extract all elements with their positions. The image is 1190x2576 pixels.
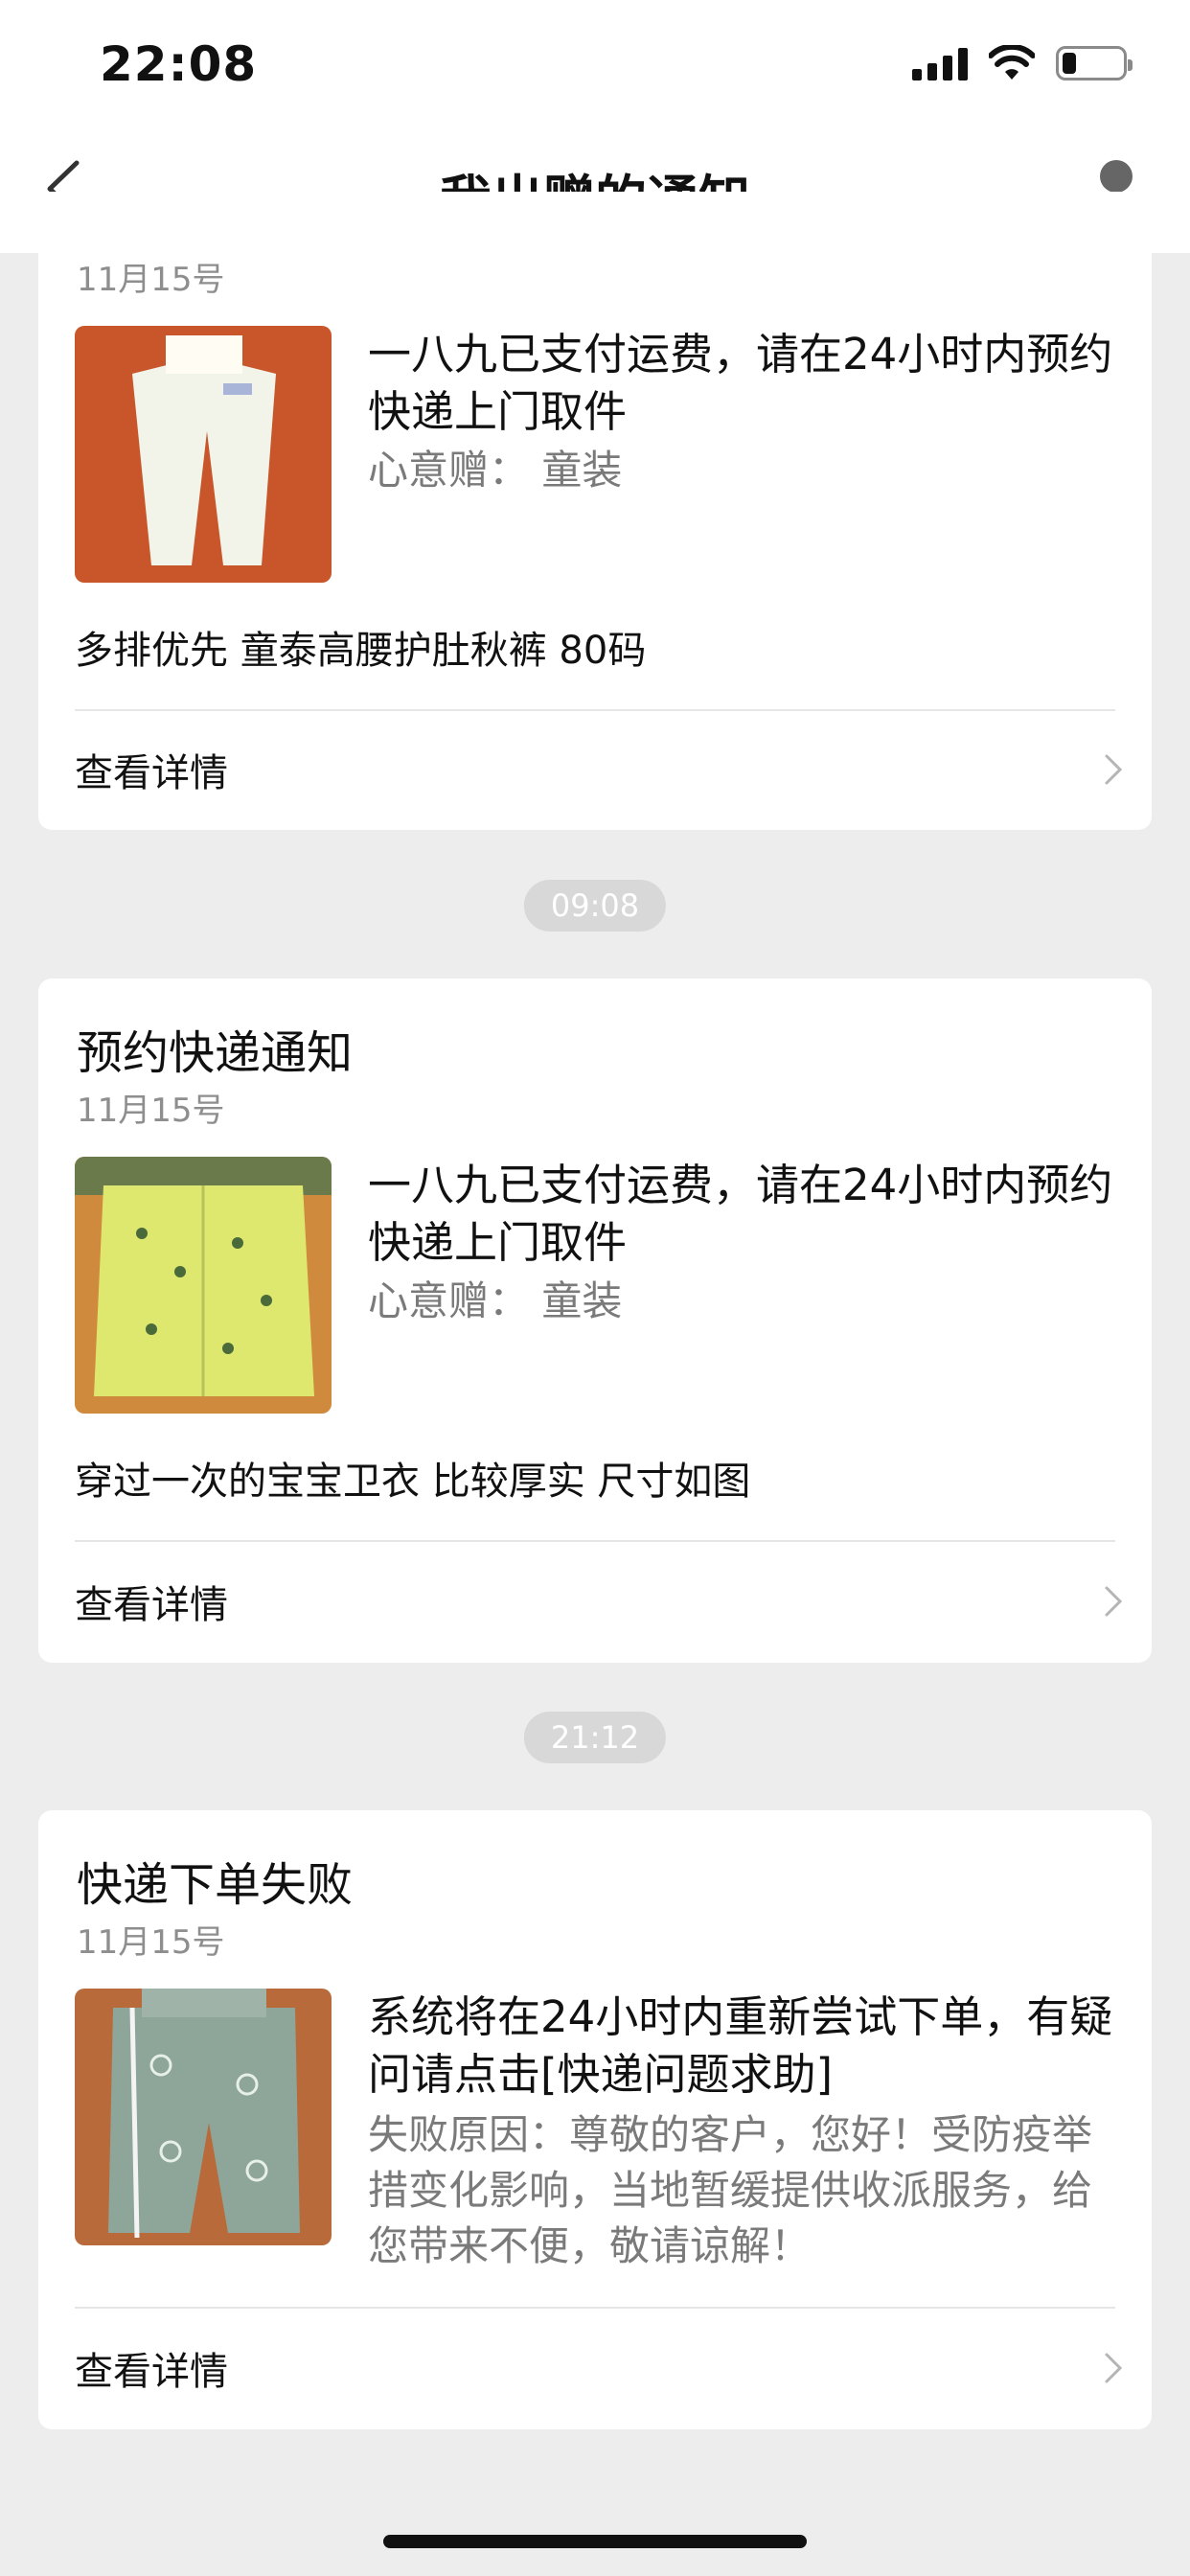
product-thumbnail[interactable] <box>75 1157 332 1414</box>
view-details-label: 查看详情 <box>75 1583 228 1627</box>
card-message: 一八九已支付运费，请在24小时内预约快递上门取件 <box>368 1160 1113 1268</box>
time-separator: 09:08 <box>523 880 667 932</box>
product-thumbnail[interactable] <box>75 1989 332 2245</box>
card-subtext: 心意赠： 童装 <box>368 1277 623 1324</box>
status-bar: 22:08 <box>0 0 1190 125</box>
time-separator: 21:12 <box>523 1712 667 1763</box>
card-failure-reason: 失败原因：尊敬的客户，您好！受防疫举措变化影响，当地暂缓提供收派服务，给您带来不… <box>368 2111 1093 2269</box>
divider <box>75 1540 1115 1542</box>
view-details-label: 查看详情 <box>75 751 228 795</box>
chevron-right-icon <box>1105 754 1123 785</box>
card-title: 预约快递通知 <box>77 1026 354 1080</box>
status-time: 22:08 <box>100 36 258 92</box>
card-message: 一八九已支付运费，请在24小时内预约快递上门取件 <box>368 329 1113 437</box>
notification-card: 快递下单失败 11月15号 系统将在24小时内重新尝试下单，有疑问请点击[快递问… <box>38 1810 1152 2429</box>
view-details-label: 查看详情 <box>75 2350 228 2394</box>
card-subtext: 心意赠： 童装 <box>368 447 623 494</box>
notification-card: 预约快递通知 11月15号 一八九已支付运费，请在24小时内预约快递上门取件 心… <box>38 978 1152 1663</box>
card-message: 系统将在24小时内重新尝试下单，有疑问请点击[快递问题求助] <box>368 1991 1113 2100</box>
signal-icon <box>912 46 968 80</box>
card-date: 11月15号 <box>77 1092 225 1130</box>
chevron-right-icon <box>1105 2353 1123 2383</box>
divider <box>75 709 1115 711</box>
home-indicator[interactable] <box>383 2535 807 2548</box>
divider <box>75 2307 1115 2309</box>
card-title: 快递下单失败 <box>77 1858 354 1912</box>
card-date: 11月15号 <box>77 261 225 299</box>
view-details-button[interactable]: 查看详情 <box>75 1563 1125 1640</box>
card-description: 多排优先 童泰高腰护肚秋裤 80码 <box>75 629 647 673</box>
card-description: 穿过一次的宝宝卫衣 比较厚实 尺寸如图 <box>75 1460 751 1504</box>
card-date: 11月15号 <box>77 1923 225 1962</box>
status-icons <box>912 42 1133 84</box>
battery-icon <box>1056 46 1133 80</box>
view-details-button[interactable]: 查看详情 <box>75 2330 1125 2406</box>
product-thumbnail[interactable] <box>75 326 332 583</box>
wifi-icon <box>989 45 1035 81</box>
notification-card: 11月15号 一八九已支付运费，请在24小时内预约快递上门取件 心意赠： 童装 … <box>38 192 1152 830</box>
chevron-right-icon <box>1105 1586 1123 1617</box>
view-details-button[interactable]: 查看详情 <box>75 731 1125 808</box>
